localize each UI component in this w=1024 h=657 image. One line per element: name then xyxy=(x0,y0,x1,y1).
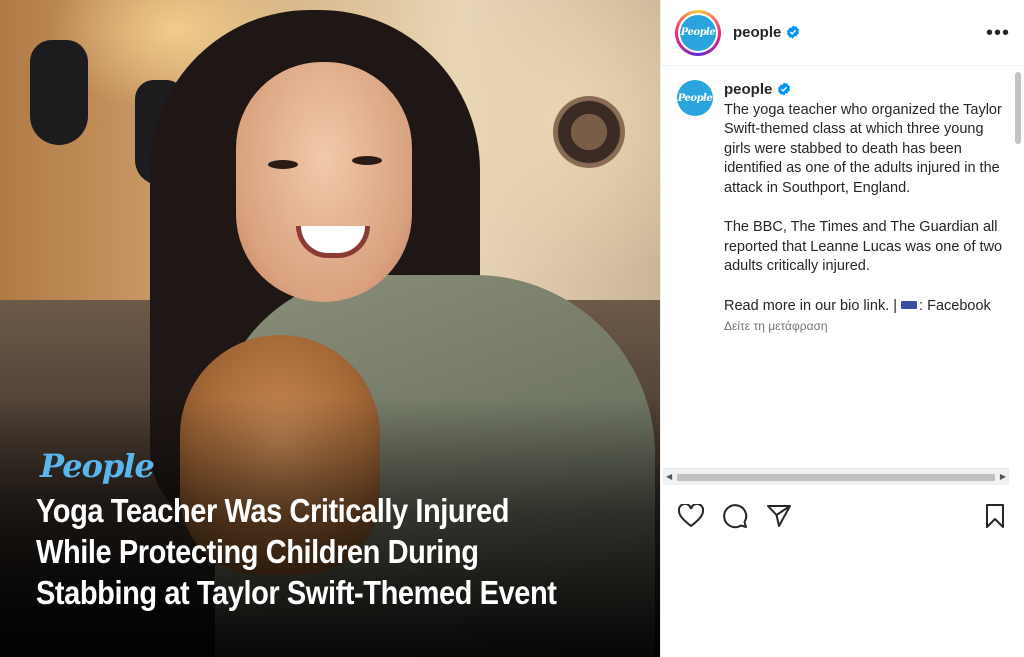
header-username-text[interactable]: people xyxy=(733,24,781,41)
story-ring[interactable]: People xyxy=(675,9,721,56)
caption-body: people The yoga teacher who organized th… xyxy=(724,80,1004,337)
scroll-right-arrow-icon[interactable]: ▶ xyxy=(1000,472,1006,481)
photo-punching-bag xyxy=(30,40,88,145)
heart-icon[interactable] xyxy=(677,502,705,530)
avatar-ring-inner: People xyxy=(678,12,718,53)
horizontal-scrollbar[interactable]: ◀ ▶ xyxy=(663,468,1009,485)
caption-paragraph-2: The BBC, The Times and The Guardian all … xyxy=(724,219,1003,275)
flag-icon xyxy=(901,300,918,309)
post-side-panel: People people ••• People people The yoga… xyxy=(660,0,1024,657)
photo-eye xyxy=(352,156,382,165)
bookmark-icon[interactable] xyxy=(981,502,1009,530)
caption-paragraph-1: The yoga teacher who organized the Taylo… xyxy=(724,101,1002,196)
caption: People people The yoga teacher who organ… xyxy=(661,66,1024,337)
caption-username[interactable]: people xyxy=(724,81,791,98)
post-image[interactable]: People Yoga Teacher Was Critically Injur… xyxy=(0,0,660,657)
avatar: People xyxy=(680,14,716,51)
caption-paragraph-3-end: : Facebook xyxy=(919,297,991,314)
comment-icon[interactable] xyxy=(721,502,749,530)
more-options-icon[interactable]: ••• xyxy=(986,23,1010,43)
photo-eye xyxy=(268,160,298,169)
horizontal-scrollbar-thumb[interactable] xyxy=(677,474,995,481)
caption-paragraph-3: Read more in our bio link. | : Facebook xyxy=(724,297,1004,317)
header-username[interactable]: people xyxy=(733,24,800,41)
vertical-scrollbar-thumb[interactable] xyxy=(1015,72,1021,144)
image-headline: Yoga Teacher Was Critically Injured Whil… xyxy=(36,492,557,611)
scroll-left-arrow-icon[interactable]: ◀ xyxy=(666,472,672,481)
image-brand-logo: People xyxy=(40,447,155,485)
caption-paragraph: people The yoga teacher who organized th… xyxy=(724,80,1004,199)
caption-scroll-area[interactable]: People people The yoga teacher who organ… xyxy=(661,66,1024,486)
photo-wall-clock xyxy=(553,96,625,168)
caption-paragraph-3-start: Read more in our bio link. | xyxy=(724,297,898,314)
verified-badge-icon xyxy=(787,25,800,39)
caption-username-text[interactable]: people xyxy=(724,81,772,98)
post-header: People people ••• xyxy=(661,0,1024,66)
photo-person-face xyxy=(236,62,412,302)
verified-badge-icon xyxy=(778,82,791,96)
share-icon[interactable] xyxy=(765,502,793,530)
see-translation-link[interactable]: Δείτε τη μετάφραση xyxy=(724,317,1004,337)
caption-avatar[interactable]: People xyxy=(677,80,713,116)
post-actions-bar xyxy=(661,498,1024,534)
